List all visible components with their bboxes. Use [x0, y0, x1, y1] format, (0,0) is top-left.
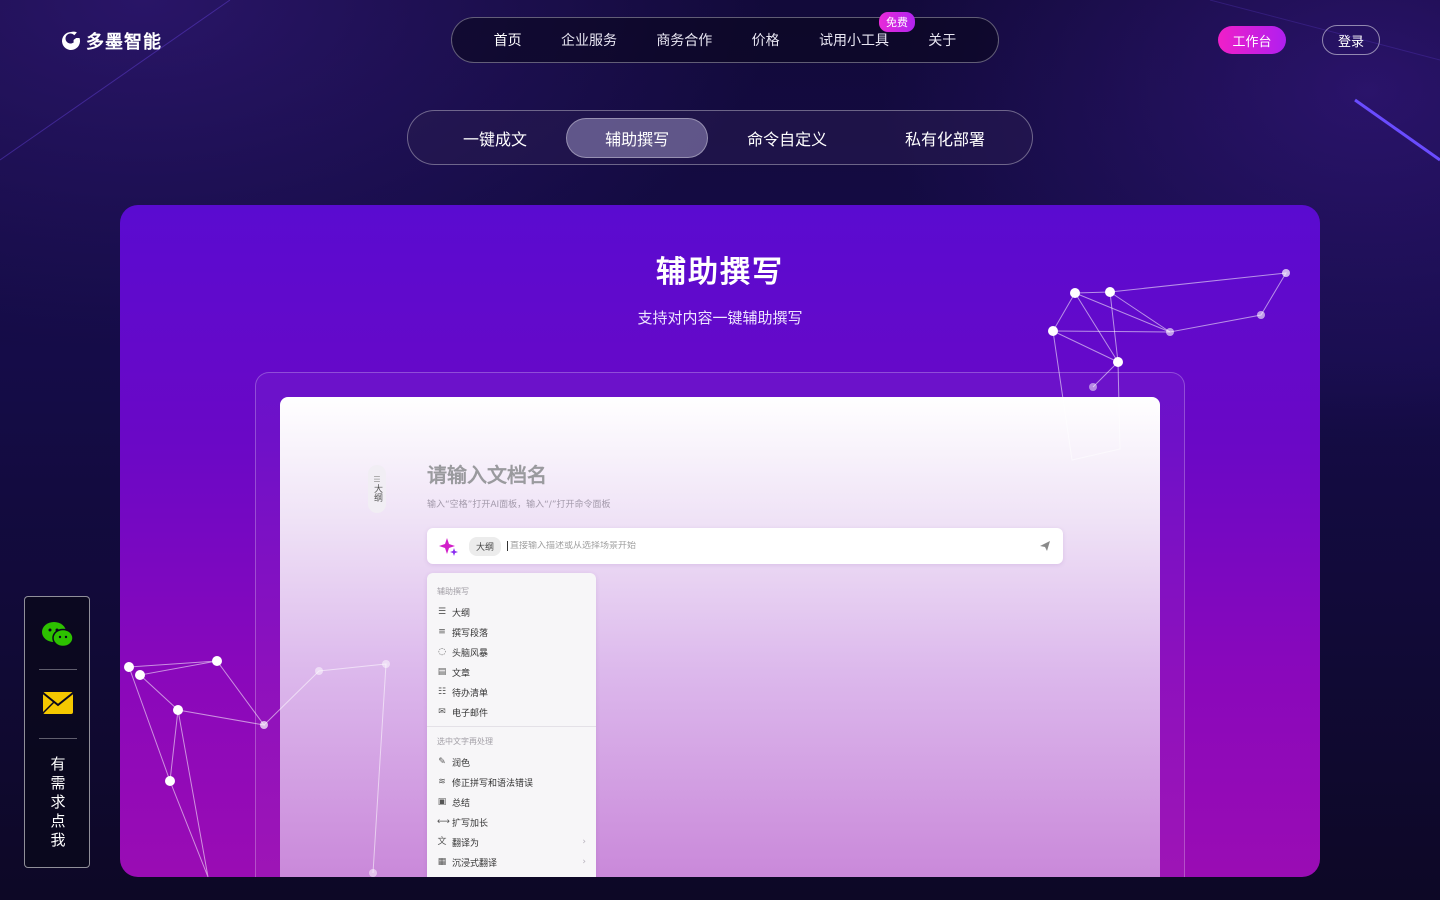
translate-icon: 文: [437, 837, 447, 847]
menu-group-selection: 选中文字再处理: [437, 737, 493, 746]
menu-item-label: 沉浸式翻译: [452, 858, 498, 869]
nav-item-enterprise[interactable]: 企业服务: [561, 30, 617, 50]
doc-hint: 输入“空格”打开AI面板，输入“/”打开命令面板: [427, 500, 611, 510]
nav-item-pricing[interactable]: 价格: [752, 30, 780, 50]
contact-us-button[interactable]: 有 需 求 点 我: [25, 755, 91, 850]
workbench-button[interactable]: 工作台: [1218, 26, 1286, 54]
menu-item-label: 翻译为: [452, 838, 480, 849]
scene-chip[interactable]: 大纲: [469, 536, 502, 556]
menu-item-article[interactable]: ▤ 文章: [427, 662, 596, 682]
menu-item-label: 润色: [452, 758, 471, 769]
feature-title: 辅助撰写: [656, 255, 784, 290]
expand-icon: ⟷: [437, 817, 450, 827]
menu-item-label: 待办清单: [452, 688, 489, 699]
menu-item-label: 总结: [452, 798, 471, 809]
immersive-translate-icon: ▦: [437, 857, 447, 867]
menu-group-assist: 辅助撰写: [437, 587, 469, 596]
nav-item-business[interactable]: 商务合作: [656, 30, 712, 50]
tab-private-deployment[interactable]: 私有化部署: [866, 118, 1024, 158]
feature-tabs: 一键成文 辅助撰写 命令自定义 私有化部署: [407, 110, 1033, 165]
chevron-right-icon: ›: [582, 837, 586, 847]
feature-card: 辅助撰写 支持对内容一键辅助撰写 ☰ 大纲 请输入文档名 输入“空格”打开AI面…: [120, 205, 1320, 877]
wechat-icon[interactable]: [41, 621, 75, 649]
chevron-right-icon: ›: [582, 857, 586, 867]
nav-item-tools-label: 试用小工具: [818, 33, 889, 49]
ai-prompt-bar: 大纲: [427, 528, 1063, 564]
pen-icon: ✎: [438, 757, 446, 767]
menu-item-polish[interactable]: ✎ 润色: [427, 752, 596, 772]
menu-item-todo[interactable]: ☷ 待办清单: [427, 682, 596, 702]
main-nav: 首页 企业服务 商务合作 价格 试用小工具 免费 关于: [451, 12, 999, 63]
menu-item-fix-grammar[interactable]: ≋ 修正拼写和语法错误: [427, 772, 596, 792]
contact-divider: [39, 738, 77, 739]
menu-item-paragraph[interactable]: ≡ 撰写段落: [427, 622, 596, 642]
contact-panel: 有 需 求 点 我: [24, 596, 90, 868]
nav-item-tools[interactable]: 试用小工具 免费: [818, 12, 915, 50]
spellcheck-icon: ≋: [438, 777, 446, 787]
menu-item-expand[interactable]: ⟷ 扩写加长: [427, 812, 596, 832]
list-icon: ☰: [437, 607, 447, 617]
mail-icon: ✉: [438, 707, 446, 717]
menu-item-label: 修正拼写和语法错误: [452, 778, 534, 789]
outline-toggle[interactable]: ☰ 大纲: [368, 465, 386, 513]
summary-icon: ▣: [437, 797, 447, 807]
ai-prompt-input[interactable]: [507, 541, 1039, 551]
free-badge: 免费: [878, 12, 915, 32]
doc-title-placeholder[interactable]: 请输入文档名: [427, 459, 547, 488]
ai-sparkle-icon: [439, 538, 458, 556]
brain-icon: ◌: [438, 647, 446, 657]
tab-one-click-article[interactable]: 一键成文: [424, 118, 566, 158]
menu-divider: [427, 726, 596, 727]
logo-icon: [62, 31, 81, 50]
login-button[interactable]: 登录: [1322, 25, 1380, 55]
send-icon[interactable]: [1039, 540, 1051, 552]
nav-item-home[interactable]: 首页: [494, 30, 522, 50]
menu-item-label: 头脑风暴: [452, 648, 489, 659]
menu-item-brainstorm[interactable]: ◌ 头脑风暴: [427, 642, 596, 662]
menu-item-label: 大纲: [452, 608, 471, 619]
menu-item-translate[interactable]: 文 翻译为 ›: [427, 832, 596, 852]
list-icon: ☰: [373, 475, 381, 484]
contact-divider: [39, 669, 77, 670]
nav-item-about[interactable]: 关于: [928, 30, 956, 50]
menu-item-label: 撰写段落: [452, 628, 489, 639]
feature-subtitle: 支持对内容一键辅助撰写: [637, 309, 803, 327]
outline-toggle-label: 大纲: [372, 484, 382, 502]
menu-item-email[interactable]: ✉ 电子邮件: [427, 702, 596, 722]
checklist-icon: ☷: [437, 687, 447, 697]
menu-item-summary[interactable]: ▣ 总结: [427, 792, 596, 812]
editor-preview: ☰ 大纲 请输入文档名 输入“空格”打开AI面板，输入“/”打开命令面板 大纲 …: [280, 397, 1160, 877]
menu-item-label: 文章: [452, 668, 471, 679]
brand-name: 多墨智能: [86, 32, 162, 53]
tab-custom-commands[interactable]: 命令自定义: [708, 118, 866, 158]
ai-command-menu: 辅助撰写 ☰ 大纲 ≡ 撰写段落 ◌ 头脑风暴 ▤ 文章 ☷ 待办清单 ✉ 电子…: [427, 573, 596, 877]
brand-logo[interactable]: 多墨智能: [60, 28, 162, 54]
email-icon[interactable]: [42, 691, 74, 715]
menu-item-outline[interactable]: ☰ 大纲: [427, 602, 596, 622]
menu-item-label: 扩写加长: [452, 818, 489, 829]
tab-assisted-writing[interactable]: 辅助撰写: [566, 117, 709, 158]
text-format-icon: ≡: [438, 627, 446, 637]
menu-item-immersive-translate[interactable]: ▦ 沉浸式翻译 ›: [427, 852, 596, 872]
document-icon: ▤: [437, 667, 447, 677]
menu-item-label: 电子邮件: [452, 708, 489, 719]
